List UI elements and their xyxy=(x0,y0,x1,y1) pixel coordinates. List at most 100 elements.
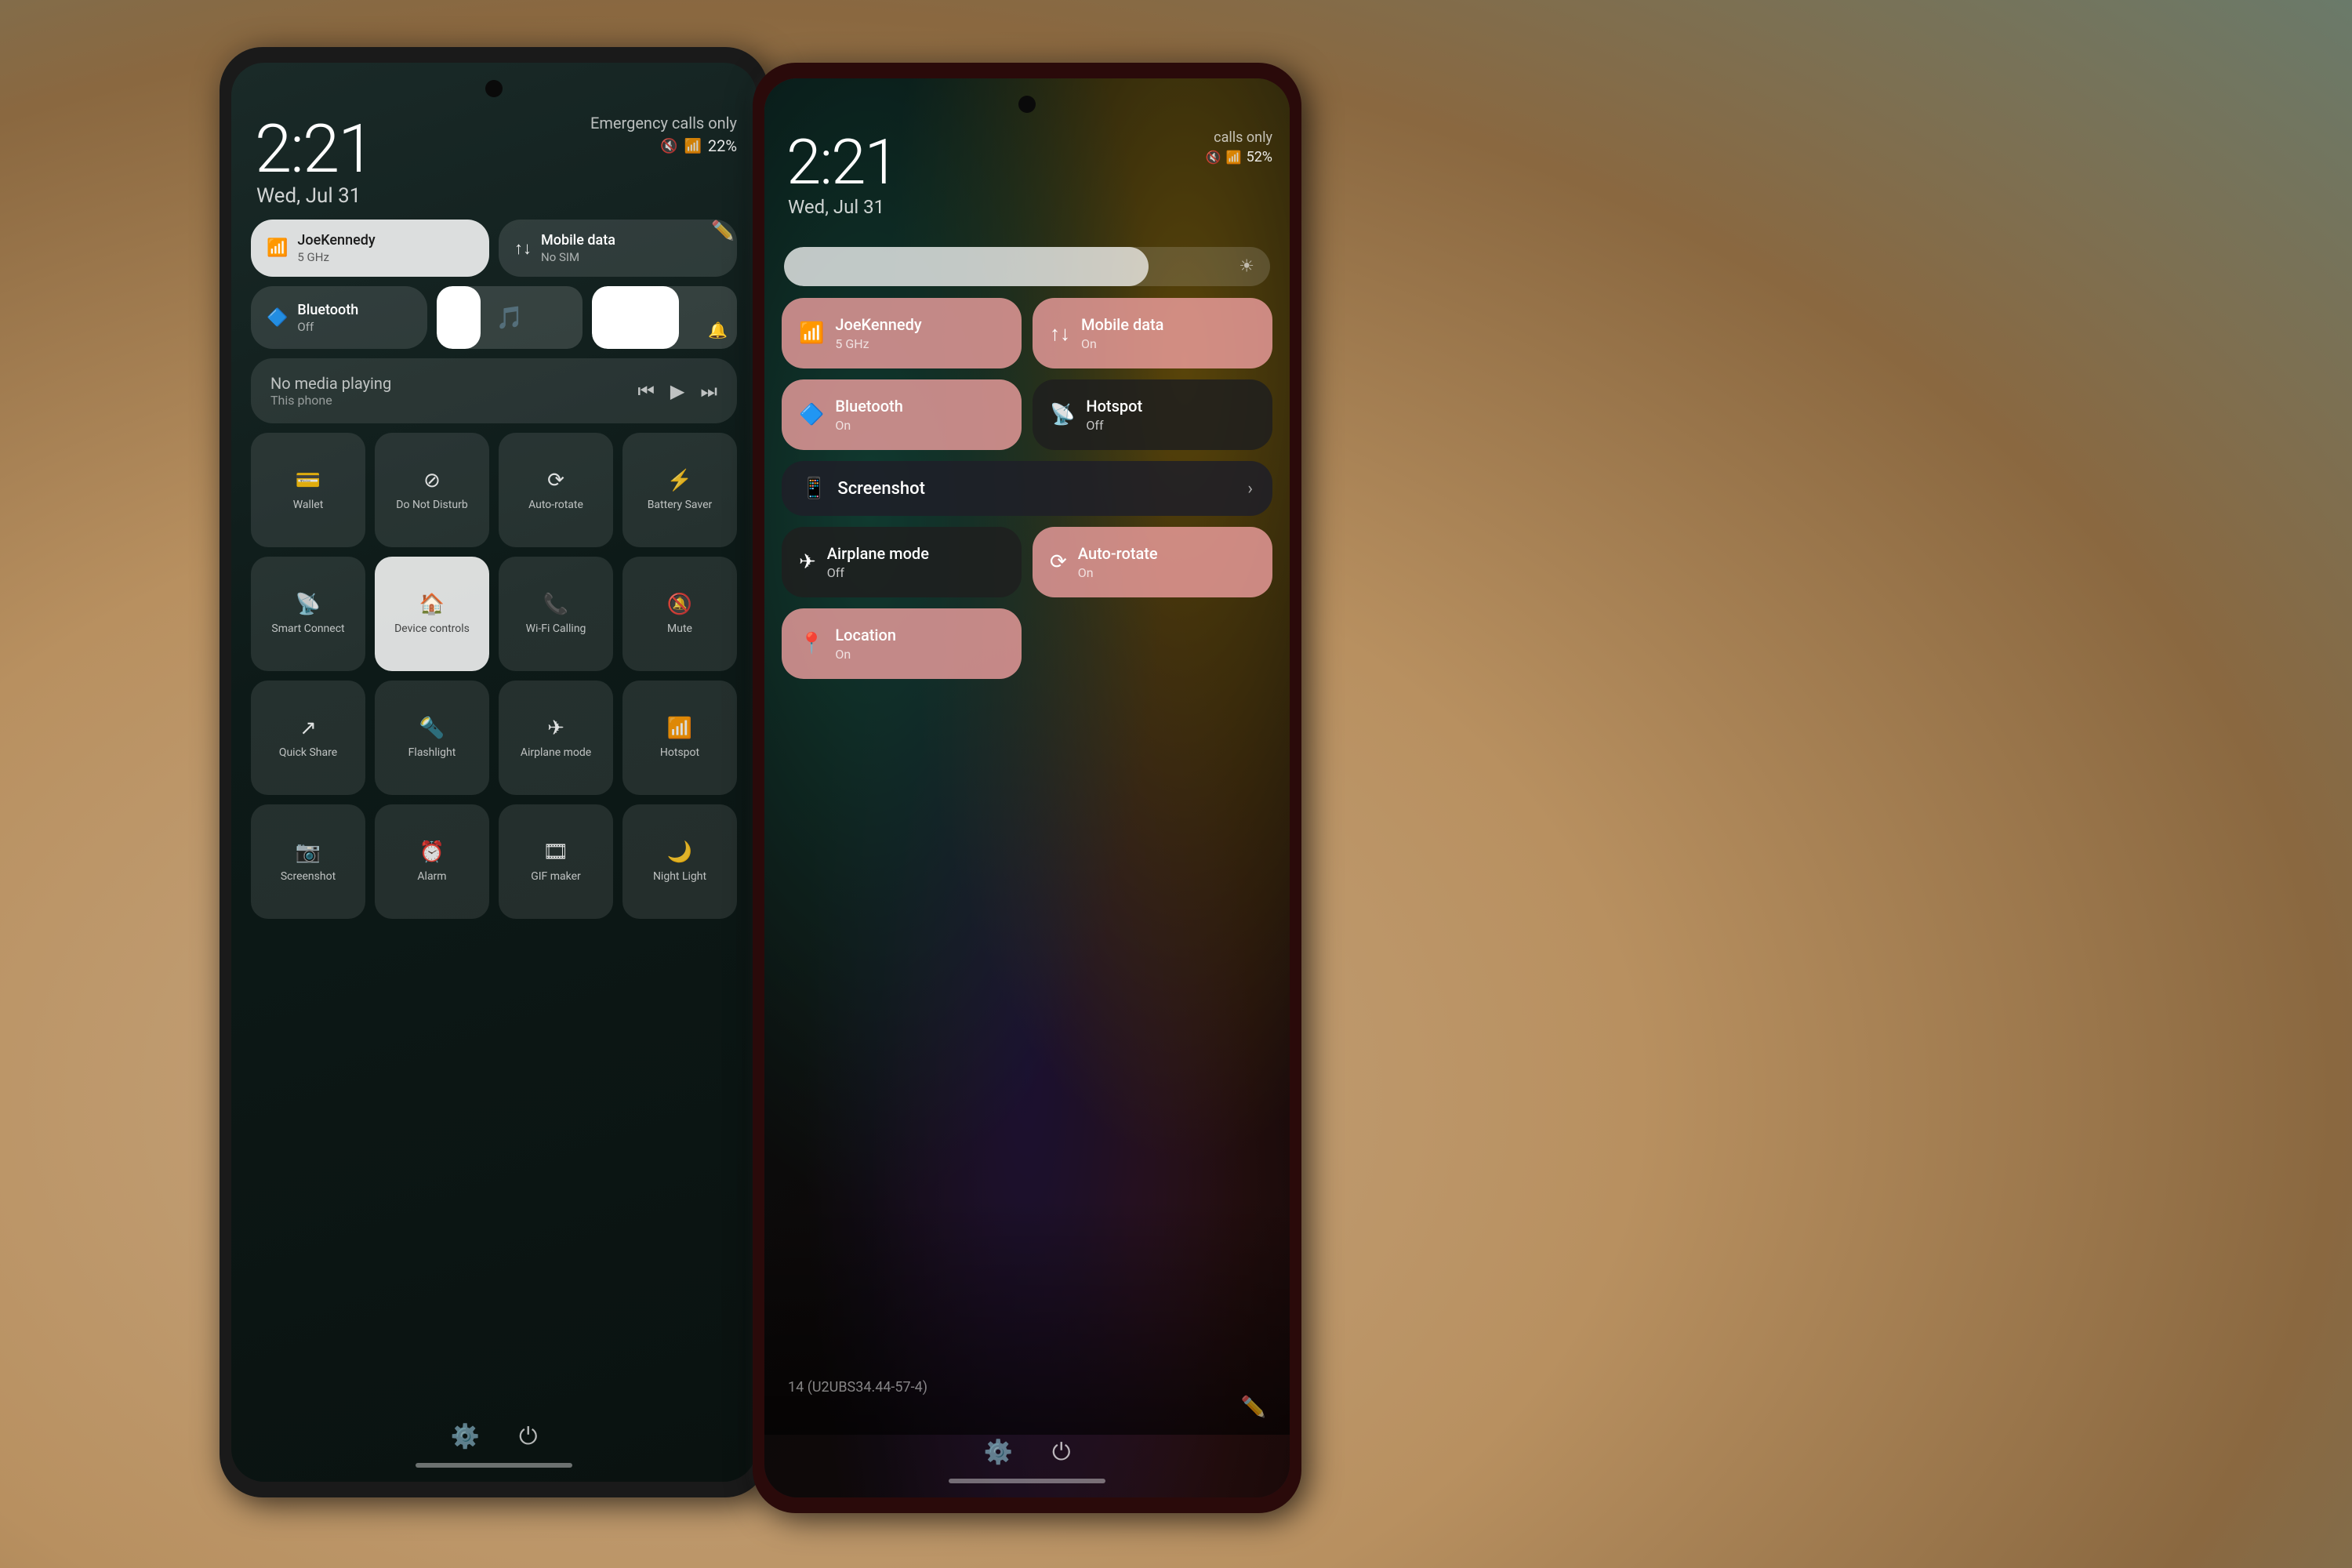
mobile-data-tile[interactable]: ↑↓ Mobile data No SIM xyxy=(499,220,737,277)
right-row-1: 📶 JoeKennedy 5 GHz ↑↓ Mobile data On xyxy=(782,298,1272,368)
bluetooth-icon: 🔷 xyxy=(267,308,288,328)
right-hotspot-sub: Off xyxy=(1086,418,1142,433)
right-mobile-sub: On xyxy=(1081,336,1163,351)
wifi-tile-icon: 📶 xyxy=(267,238,288,258)
right-time: 2:21 xyxy=(786,125,898,199)
brightness-fill xyxy=(784,247,1149,286)
right-row-4: 📍 Location On xyxy=(782,608,1272,679)
wifi-tile-title: JoeKennedy xyxy=(297,232,375,249)
device-controls-tile[interactable]: 🏠 Device controls xyxy=(375,557,489,671)
right-mobile-title: Mobile data xyxy=(1081,315,1163,334)
right-settings-button[interactable]: ⚙️ xyxy=(983,1439,1012,1466)
camera-hole-left xyxy=(485,80,503,97)
wifi-calling-icon: 📞 xyxy=(543,593,568,616)
left-emergency-text: Emergency calls only xyxy=(590,114,737,132)
right-power-button[interactable]: ⏻ xyxy=(1052,1439,1071,1466)
right-emergency: calls only xyxy=(1214,129,1272,146)
right-autorotate-sub: On xyxy=(1078,565,1158,580)
bluetooth-tile[interactable]: 🔷 Bluetooth Off xyxy=(251,286,427,349)
alarm-label: Alarm xyxy=(417,870,446,884)
right-bt-sub: On xyxy=(835,418,902,433)
right-airplane-title: Airplane mode xyxy=(827,544,929,563)
right-hotspot-tile[interactable]: 📡 Hotspot Off xyxy=(1033,379,1272,450)
right-battery: 52% xyxy=(1247,149,1272,165)
screenshot-tile[interactable]: 📷 Screenshot xyxy=(251,804,365,919)
right-phone-screen: 2:21 Wed, Jul 31 calls only 🔇 📶 52% ☀ xyxy=(764,78,1290,1497)
right-hotspot-title: Hotspot xyxy=(1086,397,1142,416)
autorotate-tile[interactable]: ⟳ Auto-rotate xyxy=(499,433,613,547)
right-location-sub: On xyxy=(835,647,896,662)
camera-hole-right xyxy=(1018,96,1036,113)
volume-slider[interactable]: 🎵 xyxy=(437,286,582,349)
right-autorotate-info: Auto-rotate On xyxy=(1078,544,1158,580)
autorotate-icon: ⟳ xyxy=(547,469,564,492)
left-phone-screen: 2:21 Wed, Jul 31 Emergency calls only 🔇 … xyxy=(231,63,757,1482)
next-button[interactable]: ⏭ xyxy=(700,380,717,402)
right-bluetooth-tile[interactable]: 🔷 Bluetooth On xyxy=(782,379,1022,450)
wallet-tile[interactable]: 💳 Wallet xyxy=(251,433,365,547)
left-settings-button[interactable]: ⚙️ xyxy=(450,1423,479,1450)
phone-left: 2:21 Wed, Jul 31 Emergency calls only 🔇 … xyxy=(220,47,768,1497)
night-light-tile[interactable]: 🌙 Night Light xyxy=(622,804,737,919)
right-location-icon: 📍 xyxy=(799,632,824,655)
mute-label: Mute xyxy=(667,622,692,636)
right-wifi-tile[interactable]: 📶 JoeKennedy 5 GHz xyxy=(782,298,1022,368)
left-qs-row-top: 📶 JoeKennedy 5 GHz ↑↓ Mobile data No SIM xyxy=(251,220,737,277)
wifi-tile-info: JoeKennedy 5 GHz xyxy=(297,232,375,264)
right-brightness-bar[interactable]: ☀ xyxy=(784,247,1270,286)
wallet-label: Wallet xyxy=(293,499,324,512)
battery-saver-tile[interactable]: ⚡ Battery Saver xyxy=(622,433,737,547)
device-controls-icon: 🏠 xyxy=(419,593,445,616)
wifi-calling-label: Wi-Fi Calling xyxy=(526,622,586,636)
media-controls: ⏮ ▶ ⏭ xyxy=(637,380,717,402)
screenshot-icon: 📷 xyxy=(296,840,321,864)
smart-connect-tile[interactable]: 📡 Smart Connect xyxy=(251,557,365,671)
right-hotspot-info: Hotspot Off xyxy=(1086,397,1142,433)
right-airplane-icon: ✈ xyxy=(799,550,816,574)
gif-maker-tile[interactable]: 🎞 GIF maker xyxy=(499,804,613,919)
airplane-tile[interactable]: ✈ Airplane mode xyxy=(499,681,613,795)
alarm-tile[interactable]: ⏰ Alarm xyxy=(375,804,489,919)
right-qs-container: 📶 JoeKennedy 5 GHz ↑↓ Mobile data On xyxy=(782,298,1272,690)
quick-share-tile[interactable]: ↗ Quick Share xyxy=(251,681,365,795)
smart-connect-label: Smart Connect xyxy=(271,622,344,636)
right-mobile-tile[interactable]: ↑↓ Mobile data On xyxy=(1033,298,1272,368)
airplane-label: Airplane mode xyxy=(521,746,591,760)
bluetooth-title: Bluetooth xyxy=(297,302,358,318)
right-edit-icon[interactable]: ✏️ xyxy=(1241,1396,1266,1419)
right-home-bar[interactable] xyxy=(949,1479,1105,1483)
dnd-tile[interactable]: ⊘ Do Not Disturb xyxy=(375,433,489,547)
mobile-tile-info: Mobile data No SIM xyxy=(541,232,615,264)
hotspot-icon: 📶 xyxy=(667,717,692,740)
left-battery: 22% xyxy=(708,136,737,155)
mute-tile[interactable]: 🔕 Mute xyxy=(622,557,737,671)
wifi-tile[interactable]: 📶 JoeKennedy 5 GHz xyxy=(251,220,489,277)
right-autorotate-tile[interactable]: ⟳ Auto-rotate On xyxy=(1033,527,1272,597)
prev-button[interactable]: ⏮ xyxy=(637,380,655,402)
blur-overlay xyxy=(764,1200,1290,1435)
dnd-label: Do Not Disturb xyxy=(396,499,467,512)
mobile-tile-icon: ↑↓ xyxy=(514,238,532,259)
play-button[interactable]: ▶ xyxy=(670,380,684,402)
right-airplane-tile[interactable]: ✈ Airplane mode Off xyxy=(782,527,1022,597)
mobile-tile-title: Mobile data xyxy=(541,232,615,249)
wifi-calling-tile[interactable]: 📞 Wi-Fi Calling xyxy=(499,557,613,671)
right-autorotate-title: Auto-rotate xyxy=(1078,544,1158,563)
left-power-button[interactable]: ⏻ xyxy=(519,1423,538,1450)
right-screenshot-title: Screenshot xyxy=(837,479,925,499)
mute-icon: 🔇 xyxy=(660,138,677,154)
right-wifi-info: JoeKennedy 5 GHz xyxy=(835,315,921,351)
right-bluetooth-icon: 🔷 xyxy=(799,403,824,426)
right-screenshot-tile[interactable]: 📱 Screenshot › xyxy=(782,461,1272,516)
right-location-tile[interactable]: 📍 Location On xyxy=(782,608,1022,679)
hotspot-tile[interactable]: 📶 Hotspot xyxy=(622,681,737,795)
right-bt-info: Bluetooth On xyxy=(835,397,902,433)
right-date: Wed, Jul 31 xyxy=(788,196,884,218)
flashlight-icon: 🔦 xyxy=(419,717,445,740)
smart-connect-icon: 📡 xyxy=(296,593,321,616)
media-info: No media playing This phone xyxy=(270,374,391,408)
flashlight-tile[interactable]: 🔦 Flashlight xyxy=(375,681,489,795)
left-home-bar[interactable] xyxy=(416,1463,572,1468)
brightness-slider[interactable]: 🔔 xyxy=(592,286,737,349)
mobile-tile-subtitle: No SIM xyxy=(541,250,615,264)
